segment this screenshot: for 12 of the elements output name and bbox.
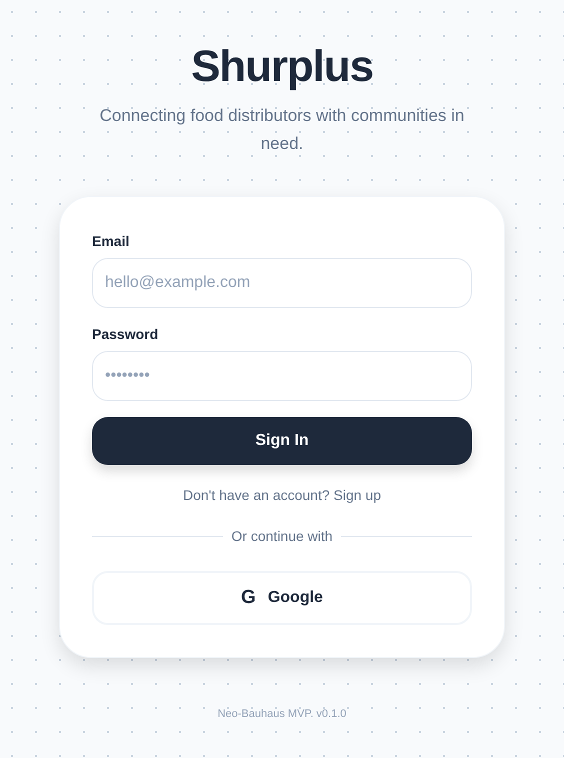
signup-link[interactable]: Don't have an account? Sign up bbox=[182, 485, 382, 506]
divider-label: Or continue with bbox=[231, 527, 333, 546]
app-title: Shurplus bbox=[191, 41, 373, 93]
sign-in-button[interactable]: Sign In bbox=[92, 417, 472, 465]
tagline: Connecting food distributors with communities in need. bbox=[98, 105, 466, 155]
version-footer: Neo-Bauhaus MVP. v0.1.0 bbox=[218, 706, 346, 722]
field-label: Email bbox=[92, 232, 130, 251]
google-icon: G bbox=[241, 584, 256, 612]
email-field[interactable]: hello@example.com bbox=[92, 258, 472, 308]
password-field[interactable]: •••••••• bbox=[92, 351, 472, 401]
google-button[interactable]: G Google bbox=[92, 571, 472, 625]
field-label: Password bbox=[92, 325, 160, 344]
